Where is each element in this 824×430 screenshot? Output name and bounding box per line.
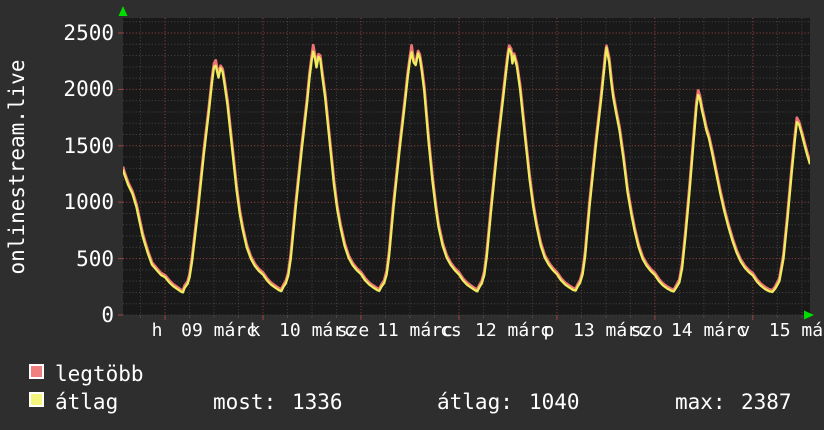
y-tick-label: 1500: [36, 135, 114, 157]
x-tick-label-weekday: p: [543, 320, 554, 342]
graph-panel: onlinestream.live 25002000150010005000 0…: [0, 0, 824, 430]
x-tick-label-weekday: cs: [440, 320, 462, 342]
legend-swatch-legtobb: [29, 364, 44, 379]
y-tick-label: 0: [36, 304, 114, 326]
y-tick-label: 1000: [36, 191, 114, 213]
x-tick-label-date: 15 márc: [769, 320, 824, 342]
x-tick-label-weekday: sze: [337, 320, 370, 342]
x-tick-label-date: 12 márc: [475, 320, 551, 342]
stat-most-value: 1336: [292, 390, 343, 414]
stat-most-label: most:: [213, 390, 276, 414]
stat-max-label: max:: [675, 390, 726, 414]
y-tick-label: 2500: [36, 22, 114, 44]
y-tick-label: 2000: [36, 78, 114, 100]
stat-atlag-value: 1040: [529, 390, 580, 414]
x-tick-label-weekday: h: [152, 320, 163, 342]
y-tick-label: 500: [36, 248, 114, 270]
legend-label-legtobb: legtöbb: [55, 362, 144, 386]
stat-max-value: 2387: [741, 390, 792, 414]
y-axis-arrow-icon: [119, 6, 128, 16]
legend-label-atlag: átlag: [55, 390, 118, 414]
x-tick-label-date: 09 márc: [181, 320, 257, 342]
stat-atlag-label: átlag:: [437, 390, 513, 414]
x-tick-label-date: 14 márc: [671, 320, 747, 342]
x-tick-label-weekday: k: [250, 320, 261, 342]
x-tick-label-weekday: szo: [631, 320, 664, 342]
x-tick-label-weekday: v: [739, 320, 750, 342]
legend-swatch-atlag: [29, 392, 44, 407]
plot-background: [123, 18, 810, 315]
